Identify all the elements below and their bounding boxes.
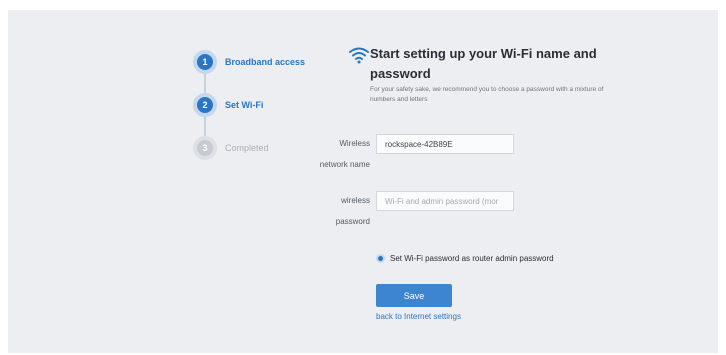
page-subtitle: For your safety sake, we recommend you t… (370, 86, 604, 103)
admin-password-option-label: Set Wi-Fi password as router admin passw… (390, 254, 554, 263)
back-to-internet-settings-link[interactable]: back to Internet settings (376, 312, 461, 321)
step-completed: 3 Completed (193, 136, 269, 160)
password-label: wireless (341, 196, 370, 205)
setup-page: 1 Broadband access 2 Set Wi-Fi 3 Complet… (8, 10, 718, 353)
network-name-label: Wireless (339, 139, 370, 148)
wifi-password-input[interactable] (376, 191, 514, 211)
radio-selected-icon[interactable] (376, 254, 385, 263)
step-label: Broadband access (225, 57, 306, 67)
step-label: Completed (225, 143, 269, 153)
network-name-label-line2: network name (319, 160, 370, 169)
save-button[interactable]: Save (376, 284, 452, 307)
network-name-input[interactable] (376, 134, 514, 154)
step-number: 1 (193, 50, 217, 74)
step-number: 3 (193, 136, 217, 160)
step-number: 2 (193, 93, 217, 117)
page-title: Start setting up your Wi-Fi name and pas… (370, 46, 597, 81)
setup-steps: 1 Broadband access 2 Set Wi-Fi 3 Complet… (193, 50, 313, 160)
step-broadband-access[interactable]: 1 Broadband access (193, 50, 305, 74)
admin-password-option[interactable]: Set Wi-Fi password as router admin passw… (376, 254, 554, 263)
password-label-line2: password (335, 217, 370, 226)
step-set-wifi[interactable]: 2 Set Wi-Fi (193, 93, 263, 117)
wifi-icon (349, 47, 369, 64)
step-label: Set Wi-Fi (225, 100, 264, 110)
